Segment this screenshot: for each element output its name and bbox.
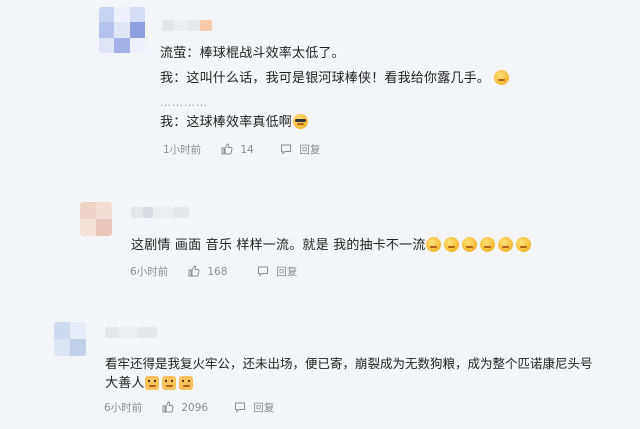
dog-emoji bbox=[178, 376, 193, 390]
comment-text-line: 我：这球棒效率真低啊 bbox=[160, 114, 311, 132]
ellipsis: ………… bbox=[160, 96, 208, 109]
comment-icon bbox=[281, 144, 291, 155]
reply-button[interactable]: 回复 bbox=[280, 143, 320, 157]
like-count: 168 bbox=[207, 266, 228, 278]
username[interactable] bbox=[105, 327, 157, 338]
comment-text-line: 这剧情 画面 音乐 样样一流。就是 我的抽卡不一流 bbox=[131, 237, 534, 255]
smile-emoji bbox=[515, 237, 531, 252]
smile-emoji bbox=[497, 237, 513, 252]
comment-3: 看牢还得是我复火牢公，还未出场，便已寄，崩裂成为无数狗粮，成为整个匹诺康尼头号 … bbox=[0, 305, 640, 429]
comment-meta: 6小时前 2096 回复 bbox=[104, 401, 304, 415]
reply-label: 回复 bbox=[276, 266, 298, 278]
comment-text-line: 看牢还得是我复火牢公，还未出场，便已寄，崩裂成为无数狗粮，成为整个匹诺康尼头号 bbox=[105, 356, 593, 371]
smile-emoji bbox=[443, 237, 459, 252]
cool-emoji bbox=[293, 114, 309, 129]
thumb-up-icon bbox=[162, 401, 174, 413]
comment-icon bbox=[258, 266, 268, 277]
reply-label: 回复 bbox=[299, 144, 321, 156]
dog-emoji bbox=[144, 376, 159, 390]
smile-emoji bbox=[479, 237, 495, 252]
reply-label: 回复 bbox=[253, 402, 275, 414]
smile-emoji bbox=[494, 70, 510, 85]
like-button[interactable]: 168 bbox=[188, 265, 227, 279]
smile-emoji bbox=[461, 237, 477, 252]
timestamp: 6小时前 bbox=[104, 402, 143, 414]
like-button[interactable]: 14 bbox=[221, 143, 254, 157]
avatar[interactable] bbox=[54, 322, 86, 356]
username[interactable] bbox=[162, 20, 212, 31]
comment-text-line: 我：这叫什么话，我可是银河球棒侠！看我给你露几手。 bbox=[160, 70, 512, 88]
thumb-up-icon bbox=[188, 265, 200, 277]
comment-text-line: 大善人 bbox=[105, 375, 196, 393]
avatar[interactable] bbox=[99, 7, 145, 53]
timestamp: 6小时前 bbox=[130, 266, 169, 278]
comment-1: 流萤：棒球棍战斗效率太低了。 我：这叫什么话，我可是银河球棒侠！看我给你露几手。… bbox=[0, 0, 640, 175]
like-count: 2096 bbox=[181, 402, 209, 414]
comment-icon bbox=[235, 402, 245, 413]
comment-meta: 6小时前 168 回复 bbox=[130, 265, 330, 279]
username[interactable] bbox=[131, 207, 189, 218]
comment-meta: 1小时前 14 回复 bbox=[163, 143, 363, 157]
reply-button[interactable]: 回复 bbox=[257, 265, 297, 279]
reply-button[interactable]: 回复 bbox=[234, 401, 274, 415]
avatar[interactable] bbox=[80, 202, 112, 236]
like-button[interactable]: 2096 bbox=[162, 401, 208, 415]
thumb-up-icon bbox=[221, 143, 233, 155]
like-count: 14 bbox=[240, 144, 254, 156]
comment-2: 这剧情 画面 音乐 样样一流。就是 我的抽卡不一流 6小时前 168 回复 bbox=[0, 190, 640, 300]
comment-text-line: 流萤：棒球棍战斗效率太低了。 bbox=[160, 46, 345, 61]
timestamp: 1小时前 bbox=[163, 144, 202, 156]
dog-emoji bbox=[161, 376, 176, 390]
smile-emoji bbox=[425, 237, 441, 252]
